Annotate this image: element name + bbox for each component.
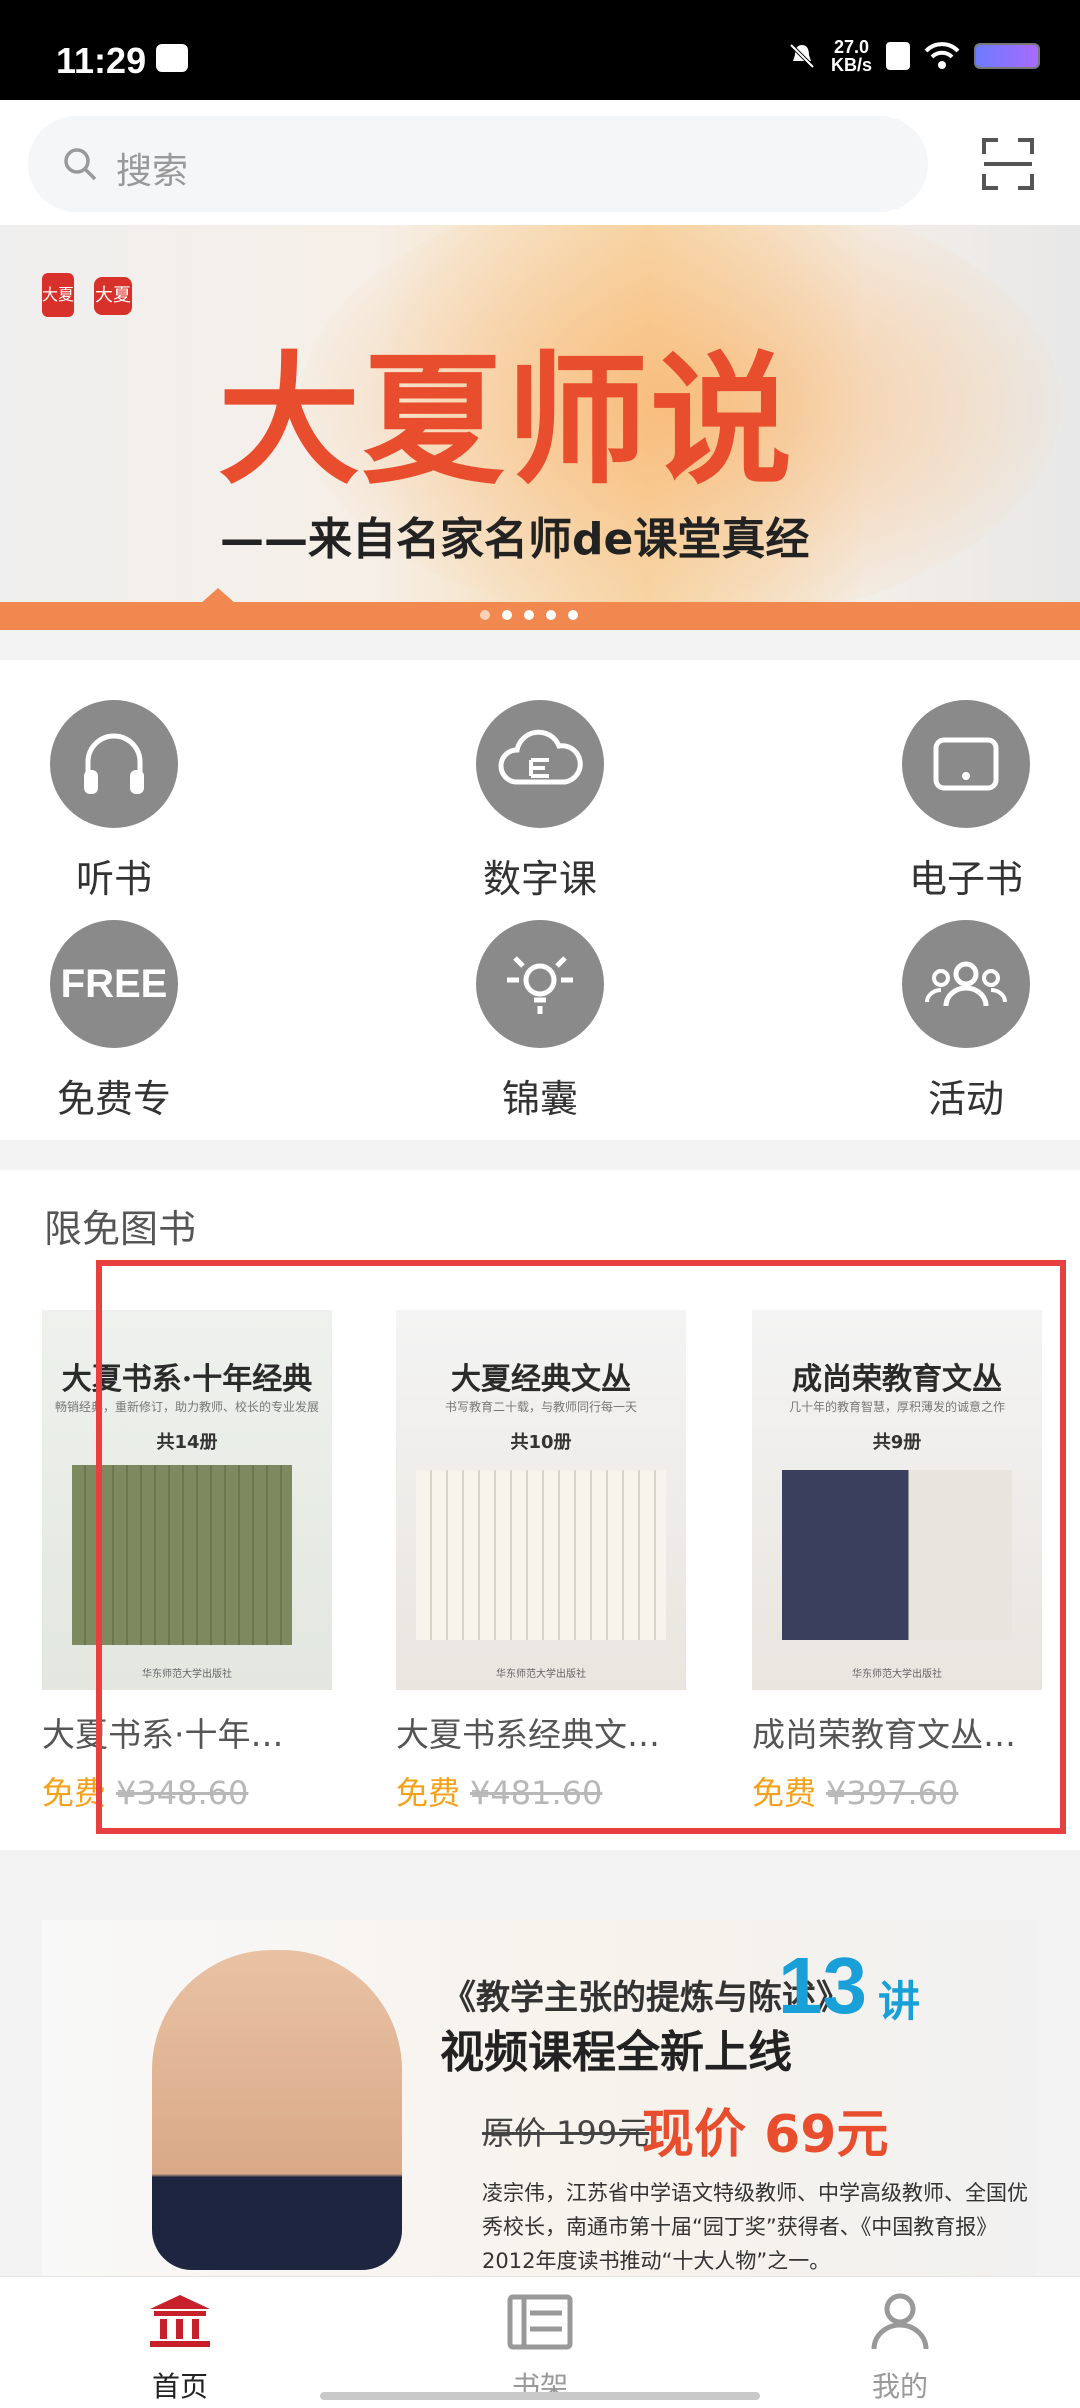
category-menu: 听书 数字课 电子书 FREE 免费专 锦囊 活动	[0, 660, 1080, 1140]
publisher-logo-icon: 大夏	[42, 273, 74, 317]
carousel-dot[interactable]	[524, 610, 534, 620]
cover-subtitle: 畅销经典，重新修订，助力教师、校长的专业发展	[54, 1400, 319, 1414]
carousel-dot[interactable]	[480, 610, 490, 620]
menu-item-audiobook[interactable]: 听书	[4, 700, 224, 903]
free-icon-text: FREE	[60, 961, 168, 1006]
promo-banner[interactable]: 大夏 大夏 大夏师说 ——来自名家名师de课堂真经	[0, 225, 1080, 630]
bottom-tab-bar: 首页 书架 我的	[0, 2276, 1080, 2408]
cover-publisher: 华东师范大学出版社	[496, 1669, 586, 1680]
brand-logo-icon: 大夏	[94, 277, 132, 315]
menu-label: 活动	[927, 1077, 1004, 1121]
course-ad-banner[interactable]: 《教学主张的提炼与陈述》 13 讲 视频课程全新上线 原价 199元 现价 69…	[42, 1920, 1036, 2280]
ad-original-price: 原价 199元	[482, 2114, 650, 2152]
book-price: 免费 ¥348.60	[42, 1768, 332, 1814]
book-price: 免费 ¥397.60	[752, 1768, 1042, 1814]
menu-item-digital-course[interactable]: 数字课	[430, 700, 650, 903]
people-icon	[902, 920, 1030, 1048]
menu-label: 电子书	[908, 857, 1023, 901]
free-label: 免费	[396, 1774, 461, 1812]
profile-icon	[871, 2293, 929, 2350]
cover-count: 共9册	[872, 1432, 922, 1453]
menu-label: 锦囊	[501, 1077, 578, 1121]
speed-value: 27.0	[833, 37, 870, 57]
menu-item-tips[interactable]: 锦囊	[430, 920, 650, 1123]
cover-count: 共10册	[510, 1432, 572, 1453]
network-speed: 27.0 KB/s	[831, 38, 872, 74]
banner-title: 大夏师说	[218, 338, 794, 504]
tab-label: 我的	[871, 2370, 928, 2403]
book-set-image	[782, 1470, 1012, 1640]
lecturer-photo	[152, 1950, 402, 2270]
lightbulb-icon	[476, 920, 604, 1048]
ad-lecture-unit: 讲	[878, 1977, 921, 2026]
menu-item-activity[interactable]: 活动	[856, 920, 1076, 1123]
status-right: 27.0 KB/s	[787, 38, 1040, 74]
book-name: 成尚荣教育文丛…	[752, 1715, 1016, 1754]
menu-label: 听书	[75, 857, 152, 901]
cover-publisher: 华东师范大学出版社	[142, 1669, 232, 1680]
original-price: ¥481.60	[470, 1774, 603, 1812]
speed-unit: KB/s	[830, 55, 872, 75]
book-cover: 大夏经典文丛 书写教育二十载，与教师同行每一天 共10册 华东师范大学出版社	[396, 1310, 686, 1690]
wifi-icon	[924, 42, 960, 69]
menu-label: 数字课	[482, 857, 597, 901]
book-set-image	[72, 1465, 292, 1645]
tab-bookshelf[interactable]: 书架	[450, 2291, 630, 2405]
book-card[interactable]: 大夏经典文丛 书写教育二十载，与教师同行每一天 共10册 华东师范大学出版社 大…	[396, 1310, 686, 1814]
book-set-image	[416, 1470, 666, 1640]
cover-title: 成尚荣教育文丛	[792, 1362, 1002, 1397]
cover-subtitle: 几十年的教育智慧，厚积薄发的诚意之作	[788, 1400, 1005, 1414]
free-label: 免费	[752, 1774, 817, 1812]
message-icon	[156, 44, 188, 72]
search-input[interactable]: 搜索	[28, 116, 928, 212]
carousel-dot[interactable]	[568, 610, 578, 620]
tab-profile[interactable]: 我的	[810, 2291, 990, 2405]
tab-label: 首页	[151, 2370, 208, 2403]
ad-description: 凌宗伟，江苏省中学语文特级教师、中学高级教师、全国优秀校长，南通市第十届“园丁奖…	[482, 2181, 1028, 2273]
battery-icon	[974, 43, 1040, 69]
menu-label: 免费专	[56, 1077, 171, 1121]
book-cover: 大夏书系·十年经典 畅销经典，重新修订，助力教师、校长的专业发展 共14册 华东…	[42, 1310, 332, 1690]
banner-subtitle: ——来自名家名师de课堂真经	[220, 514, 810, 565]
tablet-icon	[902, 700, 1030, 828]
free-icon: FREE	[50, 920, 178, 1048]
book-price: 免费 ¥481.60	[396, 1768, 686, 1814]
carousel-dot[interactable]	[546, 610, 556, 620]
book-name: 大夏书系经典文…	[396, 1715, 660, 1754]
book-name: 大夏书系·十年…	[42, 1715, 284, 1754]
ad-current-price: 现价 69元	[642, 2105, 889, 2165]
carousel-dot[interactable]	[502, 610, 512, 620]
cloud-course-icon	[476, 700, 604, 828]
scan-icon[interactable]	[980, 136, 1036, 192]
cover-subtitle: 书写教育二十载，与教师同行每一天	[444, 1400, 637, 1414]
free-label: 免费	[42, 1774, 107, 1812]
book-card[interactable]: 成尚荣教育文丛 几十年的教育智慧，厚积薄发的诚意之作 共9册 华东师范大学出版社…	[752, 1310, 1042, 1814]
home-indicator[interactable]	[320, 2392, 760, 2400]
cover-count: 共14册	[156, 1432, 218, 1453]
cover-publisher: 华东师范大学出版社	[852, 1669, 942, 1680]
original-price: ¥397.60	[826, 1774, 959, 1812]
cover-title: 大夏经典文丛	[451, 1362, 631, 1397]
menu-item-ebook[interactable]: 电子书	[856, 700, 1076, 903]
search-header: 搜索	[0, 100, 1080, 225]
carousel-indicator	[480, 610, 578, 620]
section-title: 限免图书	[44, 1207, 197, 1251]
book-cover: 成尚荣教育文丛 几十年的教育智慧，厚积薄发的诚意之作 共9册 华东师范大学出版社	[752, 1310, 1042, 1690]
mute-icon	[789, 43, 815, 69]
ad-headline: 视频课程全新上线	[440, 2027, 792, 2078]
status-time: 11:29	[56, 40, 147, 81]
home-icon	[150, 2295, 210, 2347]
original-price: ¥348.60	[116, 1774, 249, 1812]
status-bar: 11:29 27.0 KB/s	[0, 0, 1080, 100]
sim-icon	[886, 42, 910, 70]
search-placeholder: 搜索	[116, 151, 189, 192]
menu-item-free[interactable]: FREE 免费专	[4, 920, 224, 1123]
book-card[interactable]: 大夏书系·十年经典 畅销经典，重新修订，助力教师、校长的专业发展 共14册 华东…	[42, 1310, 332, 1814]
tab-home[interactable]: 首页	[90, 2291, 270, 2405]
free-books-section: 限免图书 大夏书系·十年经典 畅销经典，重新修订，助力教师、校长的专业发展 共1…	[0, 1170, 1080, 1850]
search-icon	[64, 148, 97, 181]
cover-title: 大夏书系·十年经典	[61, 1362, 313, 1397]
bookshelf-icon	[507, 2294, 573, 2350]
headphones-icon	[50, 700, 178, 828]
